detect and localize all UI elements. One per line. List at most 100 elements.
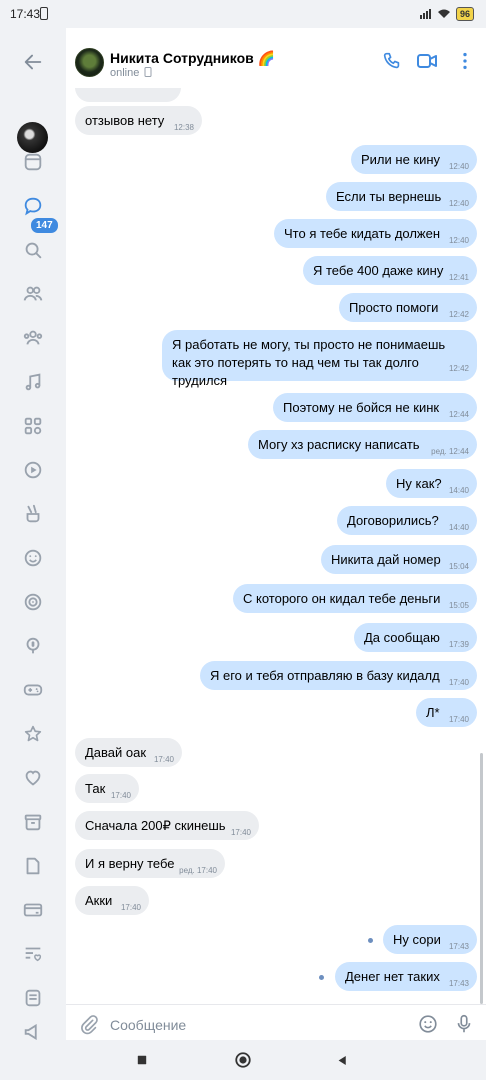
back-arrow-icon[interactable]	[19, 48, 47, 76]
status-right: 96	[419, 7, 474, 21]
market-icon[interactable]	[19, 984, 47, 1012]
message-text: Поэтому не бойся не кинк	[283, 400, 440, 415]
message-bubble[interactable]: Просто помоги 12:42	[339, 293, 477, 322]
friends-icon[interactable]	[19, 280, 47, 308]
podcasts-icon[interactable]	[19, 632, 47, 660]
message-bubble[interactable]: Я его и тебя отправляю в базу кидалд 17:…	[200, 661, 477, 690]
message-time: 17:43	[448, 942, 469, 951]
home-circle-icon[interactable]	[233, 1050, 253, 1070]
video-call-icon[interactable]	[414, 48, 440, 74]
communities-icon[interactable]	[19, 324, 47, 352]
games-icon[interactable]	[19, 676, 47, 704]
message-time: 12:38	[173, 123, 194, 132]
message-text: Рили не кину	[361, 152, 441, 167]
message-time: 17:43	[448, 979, 469, 988]
battery-icon: 96	[455, 7, 474, 21]
message-bubble[interactable]: С которого он кидал тебе деньги 15:05	[233, 584, 477, 613]
message-time: 12:40	[448, 236, 469, 245]
message-bubble[interactable]: Что я тебе кидать должен 12:40	[274, 219, 477, 248]
emoji-icon[interactable]	[417, 1013, 439, 1035]
payments-icon[interactable]	[19, 896, 47, 924]
microphone-icon[interactable]	[453, 1013, 475, 1035]
message-text: Л*	[426, 705, 440, 720]
message-bubble[interactable]: Денег нет таких 17:43	[335, 962, 477, 991]
contact-status: online	[110, 67, 152, 79]
message-bubble[interactable]: Если ты вернешь 12:40	[326, 182, 477, 211]
message-text: И я верну тебе	[85, 856, 175, 871]
message-text: Акки	[85, 893, 113, 908]
stickers-icon[interactable]	[19, 544, 47, 572]
recents-square-icon[interactable]	[132, 1050, 152, 1070]
back-triangle-icon[interactable]	[332, 1050, 352, 1070]
message-text: Никита дай номер	[331, 552, 441, 567]
message-bubble[interactable]: И я верну тебе ред. 17:40	[75, 849, 225, 878]
message-bubble[interactable]: Никита дай номер 15:04	[321, 545, 477, 574]
contact-avatar[interactable]	[75, 48, 104, 77]
message-time: 15:04	[448, 562, 469, 571]
message-input[interactable]: Сообщение	[110, 1017, 186, 1033]
star-icon[interactable]	[19, 720, 47, 748]
nav-rail: 147	[0, 28, 66, 1040]
message-text: отзывов нету	[85, 113, 165, 128]
message-text: Если ты вернешь	[336, 189, 442, 204]
message-time: 17:40	[120, 903, 141, 912]
message-text: Просто помоги	[349, 300, 439, 315]
services-icon[interactable]	[19, 412, 47, 440]
message-time: ред. 12:44	[431, 447, 469, 456]
message-bubble[interactable]: Ну как? 14:40	[386, 469, 477, 498]
message-list[interactable]: отзывов нету 12:38 Рили не кину 12:40 Ес…	[66, 88, 486, 1004]
contact-name[interactable]: Никита Сотрудников 🌈	[110, 50, 275, 67]
more-options-icon[interactable]	[452, 48, 478, 74]
message-bubble[interactable]: Я работать не могу, ты просто не понимае…	[162, 330, 477, 388]
unread-badge: 147	[29, 216, 60, 235]
archive-icon[interactable]	[19, 808, 47, 836]
clips-icon[interactable]	[19, 500, 47, 528]
message-bubble[interactable]: Да сообщаю 17:39	[354, 623, 477, 652]
message-bubble[interactable]: отзывов нету 12:38	[75, 106, 202, 135]
attach-icon[interactable]	[78, 1013, 100, 1035]
music-icon[interactable]	[19, 368, 47, 396]
message-bubble[interactable]: Акки 17:40	[75, 886, 149, 915]
message-bubble[interactable]: Рили не кину 12:40	[351, 145, 477, 174]
message-bubble[interactable]: Договорились? 14:40	[337, 506, 477, 535]
message-text: Я его и тебя отправляю в базу кидалд	[210, 668, 440, 683]
search-icon[interactable]	[19, 236, 47, 264]
message-bubble[interactable]: Л* 17:40	[416, 698, 477, 727]
message-bubble-partial[interactable]	[75, 88, 181, 102]
message-time: ред. 17:40	[179, 866, 217, 875]
message-text: Ну сори	[393, 932, 441, 947]
document-icon[interactable]	[19, 852, 47, 880]
message-text: Так	[85, 781, 106, 796]
video-play-icon[interactable]	[19, 456, 47, 484]
message-text: Денег нет таких	[345, 969, 440, 984]
message-bubble[interactable]: Так 17:40	[75, 774, 139, 803]
news-icon[interactable]	[19, 148, 47, 176]
message-text: Я тебе 400 даже кину	[313, 263, 444, 278]
message-text: Договорились?	[347, 513, 439, 528]
status-bar: 17:43 96	[0, 0, 486, 28]
message-time: 12:42	[448, 310, 469, 319]
status-time: 17:43	[10, 7, 41, 21]
message-bubble[interactable]: Давай оак 17:40	[75, 738, 182, 767]
message-time: 17:39	[448, 640, 469, 649]
scrollbar[interactable]	[480, 753, 483, 1004]
message-time: 12:40	[448, 162, 469, 171]
phone-call-icon[interactable]	[379, 48, 405, 74]
message-bubble[interactable]: Я тебе 400 даже кину 12:41	[303, 256, 477, 285]
message-time: 15:05	[448, 601, 469, 610]
charity-icon[interactable]	[19, 940, 47, 968]
wifi-icon	[437, 9, 450, 18]
message-text: Сначала 200₽ скинешь	[85, 818, 226, 833]
target-icon[interactable]	[19, 588, 47, 616]
message-bubble[interactable]: Сначала 200₽ скинешь 17:40	[75, 811, 259, 840]
message-bubble[interactable]: Могу хз расписку написать ред. 12:44	[248, 430, 477, 459]
message-composer: Сообщение	[66, 1004, 486, 1040]
message-time: 12:41	[448, 273, 469, 282]
message-bubble[interactable]: Поэтому не бойся не кинк 12:44	[273, 393, 477, 422]
heart-icon[interactable]	[19, 764, 47, 792]
message-text: Да сообщаю	[364, 630, 440, 645]
megaphone-icon[interactable]	[19, 1024, 47, 1040]
message-text: Ну как?	[396, 476, 442, 491]
message-bubble[interactable]: Ну сори 17:43	[383, 925, 477, 954]
message-text: Я работать не могу, ты просто не понимае…	[172, 337, 446, 388]
